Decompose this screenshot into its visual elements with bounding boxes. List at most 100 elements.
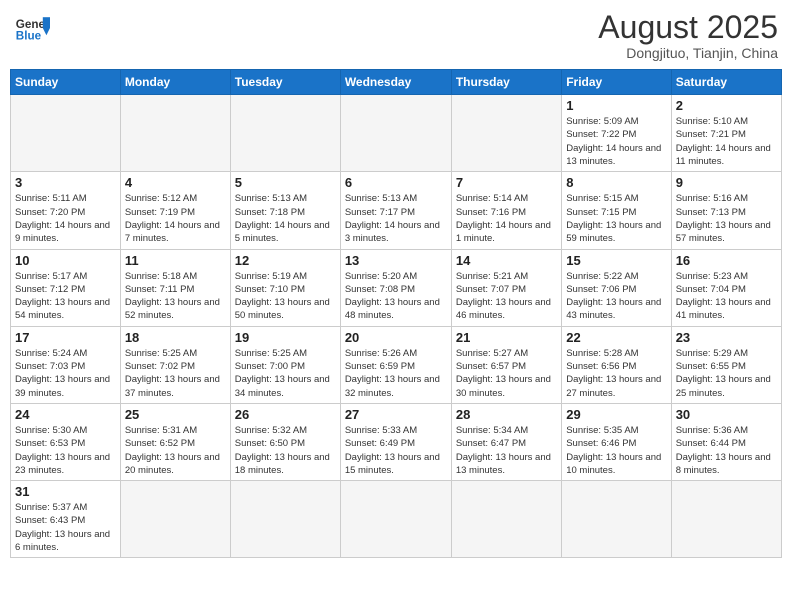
logo: General Blue <box>14 10 50 46</box>
page-header: General Blue August 2025 Dongjituo, Tian… <box>10 10 782 61</box>
day-info: Sunrise: 5:11 AM Sunset: 7:20 PM Dayligh… <box>15 192 116 245</box>
calendar-cell: 17 Sunrise: 5:24 AM Sunset: 7:03 PM Dayli… <box>11 326 121 403</box>
calendar-cell: 28Sunrise: 5:34 AM Sunset: 6:47 PM Dayli… <box>451 403 561 480</box>
day-number: 19 <box>235 330 336 345</box>
calendar-cell: 25 Sunrise: 5:31 AM Sunset: 6:52 PM Dayli… <box>120 403 230 480</box>
day-info: Sunrise: 5:19 AM Sunset: 7:10 PM Dayligh… <box>235 270 336 323</box>
calendar-cell: 13 Sunrise: 5:20 AM Sunset: 7:08 PM Dayli… <box>340 249 451 326</box>
logo-icon: General Blue <box>14 10 50 46</box>
calendar-cell <box>340 95 451 172</box>
day-info: Sunrise: 5:31 AM Sunset: 6:52 PM Dayligh… <box>125 424 226 477</box>
calendar-cell <box>120 481 230 558</box>
day-info: Sunrise: 5:24 AM Sunset: 7:03 PM Dayligh… <box>15 347 116 400</box>
day-number: 9 <box>676 175 777 190</box>
calendar-cell: 27 Sunrise: 5:33 AM Sunset: 6:49 PM Dayli… <box>340 403 451 480</box>
day-number: 4 <box>125 175 226 190</box>
calendar-cell: 3 Sunrise: 5:11 AM Sunset: 7:20 PM Daylig… <box>11 172 121 249</box>
day-number: 1 <box>566 98 666 113</box>
day-number: 28 <box>456 407 557 422</box>
calendar-table: SundayMondayTuesdayWednesdayThursdayFrid… <box>10 69 782 558</box>
day-info: Sunrise: 5:13 AM Sunset: 7:17 PM Dayligh… <box>345 192 447 245</box>
day-number: 22 <box>566 330 666 345</box>
day-info: Sunrise: 5:26 AM Sunset: 6:59 PM Dayligh… <box>345 347 447 400</box>
day-info: Sunrise: 5:23 AM Sunset: 7:04 PM Dayligh… <box>676 270 777 323</box>
calendar-cell <box>451 95 561 172</box>
weekday-header-monday: Monday <box>120 70 230 95</box>
weekday-header-sunday: Sunday <box>11 70 121 95</box>
day-number: 21 <box>456 330 557 345</box>
day-info: Sunrise: 5:33 AM Sunset: 6:49 PM Dayligh… <box>345 424 447 477</box>
day-info: Sunrise: 5:20 AM Sunset: 7:08 PM Dayligh… <box>345 270 447 323</box>
calendar-week-5: 24 Sunrise: 5:30 AM Sunset: 6:53 PM Dayli… <box>11 403 782 480</box>
calendar-cell <box>230 481 340 558</box>
calendar-body: 1 Sunrise: 5:09 AM Sunset: 7:22 PM Daylig… <box>11 95 782 558</box>
day-info: Sunrise: 5:12 AM Sunset: 7:19 PM Dayligh… <box>125 192 226 245</box>
day-info: Sunrise: 5:15 AM Sunset: 7:15 PM Dayligh… <box>566 192 666 245</box>
day-number: 11 <box>125 253 226 268</box>
day-number: 6 <box>345 175 447 190</box>
day-number: 8 <box>566 175 666 190</box>
weekday-header-thursday: Thursday <box>451 70 561 95</box>
day-info: Sunrise: 5:14 AM Sunset: 7:16 PM Dayligh… <box>456 192 557 245</box>
day-info: Sunrise: 5:16 AM Sunset: 7:13 PM Dayligh… <box>676 192 777 245</box>
calendar-cell <box>120 95 230 172</box>
day-number: 17 <box>15 330 116 345</box>
day-number: 2 <box>676 98 777 113</box>
day-number: 7 <box>456 175 557 190</box>
calendar-cell: 15 Sunrise: 5:22 AM Sunset: 7:06 PM Dayli… <box>562 249 671 326</box>
day-info: Sunrise: 5:10 AM Sunset: 7:21 PM Dayligh… <box>676 115 777 168</box>
day-number: 29 <box>566 407 666 422</box>
calendar-cell <box>671 481 781 558</box>
day-number: 16 <box>676 253 777 268</box>
calendar-cell: 14Sunrise: 5:21 AM Sunset: 7:07 PM Dayli… <box>451 249 561 326</box>
title-block: August 2025 Dongjituo, Tianjin, China <box>598 10 778 61</box>
calendar-cell <box>451 481 561 558</box>
weekday-header-friday: Friday <box>562 70 671 95</box>
weekday-header-saturday: Saturday <box>671 70 781 95</box>
day-info: Sunrise: 5:21 AM Sunset: 7:07 PM Dayligh… <box>456 270 557 323</box>
calendar-cell <box>562 481 671 558</box>
day-info: Sunrise: 5:25 AM Sunset: 7:00 PM Dayligh… <box>235 347 336 400</box>
calendar-cell <box>230 95 340 172</box>
day-number: 15 <box>566 253 666 268</box>
day-number: 3 <box>15 175 116 190</box>
calendar-cell: 19 Sunrise: 5:25 AM Sunset: 7:00 PM Dayli… <box>230 326 340 403</box>
calendar-cell: 2 Sunrise: 5:10 AM Sunset: 7:21 PM Daylig… <box>671 95 781 172</box>
calendar-cell: 21 Sunrise: 5:27 AM Sunset: 6:57 PM Dayli… <box>451 326 561 403</box>
calendar-cell: 1 Sunrise: 5:09 AM Sunset: 7:22 PM Daylig… <box>562 95 671 172</box>
day-number: 27 <box>345 407 447 422</box>
day-number: 20 <box>345 330 447 345</box>
day-info: Sunrise: 5:37 AM Sunset: 6:43 PM Dayligh… <box>15 501 116 554</box>
day-info: Sunrise: 5:22 AM Sunset: 7:06 PM Dayligh… <box>566 270 666 323</box>
calendar-cell: 4 Sunrise: 5:12 AM Sunset: 7:19 PM Daylig… <box>120 172 230 249</box>
calendar-cell: 29Sunrise: 5:35 AM Sunset: 6:46 PM Dayli… <box>562 403 671 480</box>
calendar-cell: 8 Sunrise: 5:15 AM Sunset: 7:15 PM Daylig… <box>562 172 671 249</box>
day-info: Sunrise: 5:32 AM Sunset: 6:50 PM Dayligh… <box>235 424 336 477</box>
month-title: August 2025 <box>598 10 778 45</box>
day-number: 12 <box>235 253 336 268</box>
day-info: Sunrise: 5:30 AM Sunset: 6:53 PM Dayligh… <box>15 424 116 477</box>
day-info: Sunrise: 5:18 AM Sunset: 7:11 PM Dayligh… <box>125 270 226 323</box>
day-number: 25 <box>125 407 226 422</box>
day-info: Sunrise: 5:36 AM Sunset: 6:44 PM Dayligh… <box>676 424 777 477</box>
day-number: 13 <box>345 253 447 268</box>
svg-text:Blue: Blue <box>16 30 42 43</box>
calendar-cell: 9 Sunrise: 5:16 AM Sunset: 7:13 PM Daylig… <box>671 172 781 249</box>
calendar-cell: 30 Sunrise: 5:36 AM Sunset: 6:44 PM Dayli… <box>671 403 781 480</box>
calendar-cell: 16 Sunrise: 5:23 AM Sunset: 7:04 PM Dayli… <box>671 249 781 326</box>
day-number: 18 <box>125 330 226 345</box>
day-info: Sunrise: 5:27 AM Sunset: 6:57 PM Dayligh… <box>456 347 557 400</box>
calendar-cell: 5Sunrise: 5:13 AM Sunset: 7:18 PM Daylig… <box>230 172 340 249</box>
day-number: 30 <box>676 407 777 422</box>
day-number: 23 <box>676 330 777 345</box>
calendar-cell: 22Sunrise: 5:28 AM Sunset: 6:56 PM Dayli… <box>562 326 671 403</box>
calendar-cell: 20 Sunrise: 5:26 AM Sunset: 6:59 PM Dayli… <box>340 326 451 403</box>
calendar-week-2: 3 Sunrise: 5:11 AM Sunset: 7:20 PM Daylig… <box>11 172 782 249</box>
calendar-cell: 11 Sunrise: 5:18 AM Sunset: 7:11 PM Dayli… <box>120 249 230 326</box>
day-info: Sunrise: 5:29 AM Sunset: 6:55 PM Dayligh… <box>676 347 777 400</box>
day-number: 24 <box>15 407 116 422</box>
weekday-header-wednesday: Wednesday <box>340 70 451 95</box>
day-info: Sunrise: 5:09 AM Sunset: 7:22 PM Dayligh… <box>566 115 666 168</box>
calendar-week-3: 10Sunrise: 5:17 AM Sunset: 7:12 PM Dayli… <box>11 249 782 326</box>
day-number: 31 <box>15 484 116 499</box>
